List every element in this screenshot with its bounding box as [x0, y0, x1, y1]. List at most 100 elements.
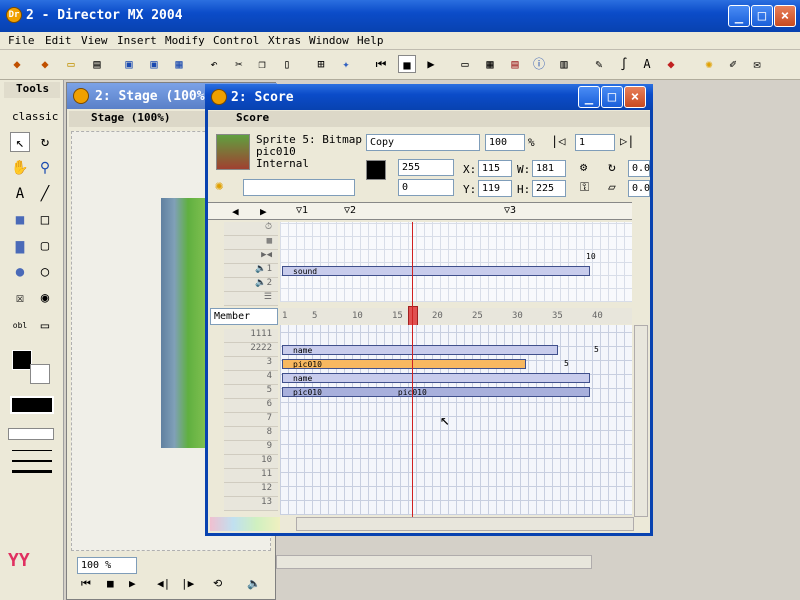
- stage-bitmap-sprite[interactable]: [161, 198, 206, 448]
- sound-channel-1[interactable]: 🔈1: [224, 264, 278, 278]
- stage-zoom-field[interactable]: 100 %: [77, 557, 137, 574]
- line-1px[interactable]: [12, 450, 52, 451]
- open-icon[interactable]: ▭: [62, 55, 80, 73]
- sound-channel-2[interactable]: 🔈2: [224, 278, 278, 292]
- rewind-icon[interactable]: ⏮: [372, 55, 390, 73]
- new-movie-icon[interactable]: ◆: [8, 55, 26, 73]
- new-cast-icon[interactable]: ◆: [36, 55, 54, 73]
- copy-icon[interactable]: ❐: [253, 55, 271, 73]
- score-close-button[interactable]: ×: [624, 86, 646, 108]
- score-window-icon[interactable]: ▤: [506, 55, 524, 73]
- marker-row[interactable]: ◀ ▶ ▽1 ▽2 ▽3: [208, 202, 632, 220]
- foreground-color[interactable]: [12, 350, 32, 370]
- menu-control[interactable]: Control: [213, 34, 259, 47]
- stage-stop-icon[interactable]: ■: [107, 577, 114, 590]
- menu-window[interactable]: Window: [309, 34, 349, 47]
- save-all-icon[interactable]: ▣: [145, 55, 163, 73]
- marker-3[interactable]: ▽3: [504, 205, 516, 216]
- marker-2[interactable]: ▽2: [344, 205, 356, 216]
- stage-hscrollbar[interactable]: [276, 555, 592, 569]
- behavior-icon[interactable]: ✺: [215, 178, 223, 194]
- restore-icon[interactable]: ⚙: [580, 160, 587, 174]
- rotation-field[interactable]: 0.0: [628, 160, 650, 177]
- round-rect-icon[interactable]: ▢: [35, 236, 55, 256]
- cut-icon[interactable]: ✂: [230, 55, 248, 73]
- display-dropdown[interactable]: Member: [210, 308, 278, 325]
- tools-mode[interactable]: classic: [12, 110, 58, 123]
- play-icon[interactable]: ▶: [422, 55, 440, 73]
- line-tool-icon[interactable]: ╱: [35, 184, 55, 204]
- start-frame-field[interactable]: 1: [575, 134, 615, 151]
- stage-rewind-icon[interactable]: ⏮: [81, 577, 91, 591]
- playhead-handle[interactable]: [408, 306, 418, 326]
- behavior-icon[interactable]: ✺: [700, 55, 718, 73]
- tempo-channel-icon[interactable]: ⏱: [224, 222, 278, 236]
- frame-ruler[interactable]: 1 5 10 15 20 25 30 35 40: [280, 308, 632, 324]
- fg-color-chip[interactable]: [366, 160, 386, 180]
- field-tool-icon[interactable]: obl: [10, 316, 30, 336]
- effect-channels-grid[interactable]: [280, 222, 632, 302]
- marker-prev-icon[interactable]: ◀: [232, 205, 239, 218]
- line-none[interactable]: [8, 428, 54, 440]
- menu-help[interactable]: Help: [357, 34, 384, 47]
- filled-rect-icon[interactable]: ■: [10, 210, 30, 230]
- text-icon[interactable]: A: [638, 55, 656, 73]
- script-icon[interactable]: ✐: [724, 55, 742, 73]
- menu-file[interactable]: File: [8, 34, 35, 47]
- filled-ellipse-icon[interactable]: ●: [10, 262, 30, 282]
- rect-icon[interactable]: □: [35, 210, 55, 230]
- y-field[interactable]: 119: [478, 180, 512, 197]
- paste-icon[interactable]: ▯: [278, 55, 296, 73]
- menu-modify[interactable]: Modify: [165, 34, 205, 47]
- line-2px[interactable]: [12, 460, 52, 462]
- transition-channel-icon[interactable]: ▶◀: [224, 250, 278, 264]
- rotate-tool-icon[interactable]: ↻: [35, 132, 55, 152]
- menu-xtras[interactable]: Xtras: [268, 34, 301, 47]
- stage-step-back-icon[interactable]: ◀|: [157, 577, 170, 590]
- sound-sprite[interactable]: sound: [282, 266, 590, 276]
- menu-edit[interactable]: Edit: [45, 34, 72, 47]
- score-hscrollbar[interactable]: [296, 517, 634, 531]
- h-field[interactable]: 225: [532, 180, 566, 197]
- score-maximize-button[interactable]: □: [601, 86, 623, 108]
- cast-window-icon[interactable]: ▦: [481, 55, 499, 73]
- w-field[interactable]: 181: [532, 160, 566, 177]
- paint-icon[interactable]: ✎: [590, 55, 608, 73]
- filled-round-rect-icon[interactable]: ▆: [10, 236, 30, 256]
- stage-step-forward-icon[interactable]: |▶: [181, 577, 194, 590]
- pattern-swatch[interactable]: [10, 396, 54, 414]
- fg-color-field[interactable]: 255: [398, 159, 454, 176]
- checkbox-tool-icon[interactable]: ☒: [10, 288, 30, 308]
- blend-field[interactable]: 100: [485, 134, 525, 151]
- menu-view[interactable]: View: [81, 34, 108, 47]
- menu-insert[interactable]: Insert: [117, 34, 157, 47]
- exchange-icon[interactable]: ✦: [337, 55, 355, 73]
- import-icon[interactable]: ▤: [88, 55, 106, 73]
- skew-field[interactable]: 0.0: [628, 180, 650, 197]
- shockwave-3d-icon[interactable]: ◆: [662, 55, 680, 73]
- property-inspector-icon[interactable]: ⓘ: [530, 55, 548, 73]
- ink-dropdown[interactable]: Copy: [366, 134, 480, 151]
- find-icon[interactable]: ⊞: [312, 55, 330, 73]
- zoom-tool-icon[interactable]: ⚲: [35, 158, 55, 178]
- message-icon[interactable]: ✉: [748, 55, 766, 73]
- palette-channel-icon[interactable]: ▦: [224, 236, 278, 250]
- stage-window-icon[interactable]: ▭: [456, 55, 474, 73]
- hand-tool-icon[interactable]: ✋: [10, 158, 30, 178]
- line-3px[interactable]: [12, 470, 52, 473]
- ellipse-icon[interactable]: ○: [35, 262, 55, 282]
- sprite-bar-ch1[interactable]: name: [282, 345, 558, 355]
- script-channel-icon[interactable]: ☰: [224, 292, 278, 306]
- text-tool-icon[interactable]: A: [10, 184, 30, 204]
- save-icon[interactable]: ▣: [120, 55, 138, 73]
- bg-color-field[interactable]: 0: [398, 179, 454, 196]
- score-minimize-button[interactable]: _: [578, 86, 600, 108]
- minimize-button[interactable]: _: [728, 5, 750, 27]
- score-panel-title[interactable]: Score: [208, 111, 650, 127]
- library-icon[interactable]: ▥: [555, 55, 573, 73]
- lock-icon[interactable]: ⚿: [580, 180, 589, 195]
- background-color[interactable]: [30, 364, 50, 384]
- marker-1[interactable]: ▽1: [296, 205, 308, 216]
- sprite-bar-ch5[interactable]: pic010pic010: [282, 387, 590, 397]
- stage-play-icon[interactable]: ▶: [129, 577, 136, 590]
